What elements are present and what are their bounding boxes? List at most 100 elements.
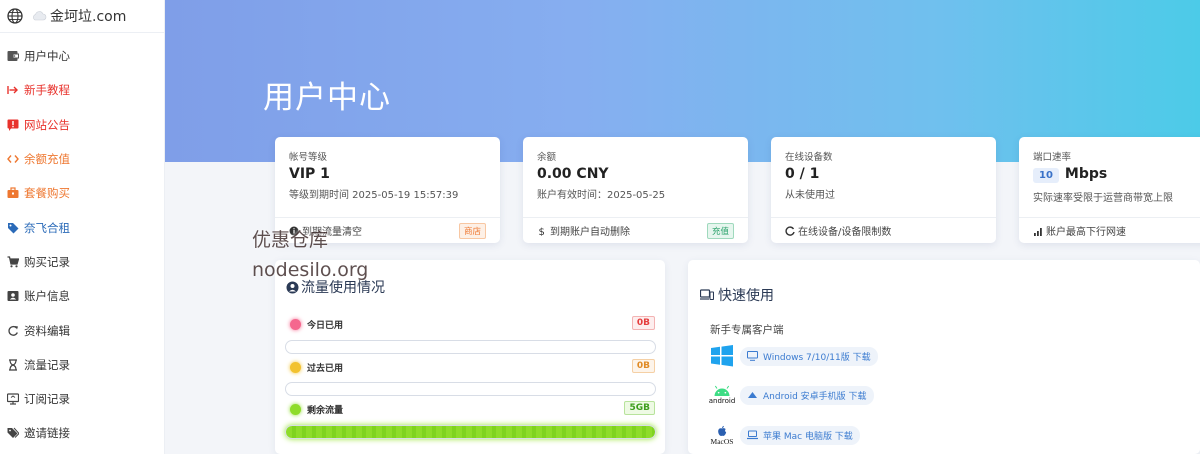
sidebar: 金坷垃.com 用户中心 新手教程 网站公告 余额充值 套餐购买 奈飞合租 购买… — [0, 0, 165, 454]
quick-start-panel: 快速使用 新手专属客户端 Windows 7/10/11版 下载 android… — [688, 260, 1200, 454]
speed-number: 10 — [1033, 168, 1059, 183]
sidebar-item-label: 资料编辑 — [24, 323, 70, 338]
cart-icon — [7, 256, 19, 268]
card-footer-text: 账户最高下行网速 — [1046, 227, 1126, 238]
download-windows-button[interactable]: Windows 7/10/11版 下载 — [740, 346, 878, 366]
download-macos: MacOS 苹果 Mac 电脑版 下载 — [710, 421, 860, 449]
traffic-bar-past — [285, 382, 656, 396]
sidebar-item-subscription-log[interactable]: 订阅记录 — [0, 382, 164, 416]
refresh-icon — [8, 325, 18, 336]
card-label: 余额 — [537, 152, 557, 163]
card-footer: $ 到期账户自动删除 充值 — [523, 217, 748, 243]
traffic-bar-fill — [286, 426, 655, 438]
card-label: 在线设备数 — [785, 152, 833, 163]
download-label: Windows 7/10/11版 下载 — [763, 352, 871, 363]
hourglass-icon — [9, 359, 17, 371]
sidebar-item-label: 账户信息 — [24, 289, 70, 304]
sidebar-item-purchase[interactable]: 套餐购买 — [0, 176, 164, 210]
traffic-row-today: 今日已用 0B — [290, 316, 655, 332]
sidebar-item-profile-edit[interactable]: 资料编辑 — [0, 313, 164, 347]
sidebar-item-label: 流量记录 — [24, 357, 70, 372]
sidebar-item-recharge[interactable]: 余额充值 — [0, 142, 164, 176]
traffic-row-label: 过去已用 — [307, 363, 344, 374]
laptop-icon — [747, 430, 758, 440]
card-value: 0 / 1 — [785, 166, 820, 182]
watermark-line2: nodesilo.org — [252, 259, 369, 281]
card-value: 0.00 CNY — [537, 166, 609, 182]
sidebar-item-tutorial[interactable]: 新手教程 — [0, 73, 164, 107]
card-label: 端口速率 — [1033, 152, 1072, 163]
sidebar-menu: 用户中心 新手教程 网站公告 余额充值 套餐购买 奈飞合租 购买记录 账户信息 … — [0, 33, 164, 451]
card-sub: 从未使用过 — [785, 190, 835, 201]
brand[interactable]: 金坷垃.com — [0, 0, 164, 33]
watermark-line1: 优惠仓库 — [252, 229, 329, 251]
online-devices-card: 在线设备数 0 / 1 从未使用过 在线设备/设备限制数 — [771, 137, 996, 243]
macos-os-text: MacOS — [710, 436, 734, 446]
sidebar-item-user-center[interactable]: 用户中心 — [0, 39, 164, 73]
card-sub: 账户有效时间：2025-05-25 — [537, 190, 666, 201]
traffic-row-value: 5GB — [624, 401, 655, 415]
card-sub: 等级到期时间 2025-05-19 15:57:39 — [289, 190, 459, 201]
recharge-button[interactable]: 充值 — [706, 223, 734, 239]
sign-in-icon — [7, 86, 18, 95]
speed-unit: Mbps — [1064, 166, 1108, 182]
watermark: 优惠仓库 nodesilo.org — [252, 225, 368, 285]
card-sub: 实际速率受限于运营商带宽上限 — [1033, 193, 1173, 204]
card-footer-text: 在线设备/设备限制数 — [798, 227, 892, 238]
svg-text:$: $ — [539, 227, 545, 236]
traffic-row-label: 剩余流量 — [307, 405, 344, 416]
android-os-text: android — [708, 397, 736, 405]
devices-icon — [700, 289, 714, 301]
exclamation-icon — [7, 119, 19, 131]
quick-title-text: 快速使用 — [718, 288, 774, 304]
traffic-row-label: 今日已用 — [307, 320, 344, 331]
sidebar-item-label: 套餐购买 — [24, 186, 70, 201]
shop-button[interactable]: 商店 — [458, 223, 486, 239]
download-windows: Windows 7/10/11版 下载 — [710, 344, 878, 368]
download-android: android Android 安卓手机版 下载 — [708, 381, 874, 409]
download-label: 苹果 Mac 电脑版 下载 — [763, 431, 853, 442]
card-footer: 账户最高下行网速 — [1019, 217, 1200, 243]
page-title: 用户中心 — [263, 80, 391, 116]
sidebar-item-invite[interactable]: 邀请链接 — [0, 416, 164, 450]
sidebar-item-orders[interactable]: 购买记录 — [0, 245, 164, 279]
traffic-row-remaining: 剩余流量 5GB — [290, 401, 655, 417]
app-root: 金坷垃.com 用户中心 新手教程 网站公告 余额充值 套餐购买 奈飞合租 购买… — [0, 0, 1200, 454]
download-android-button[interactable]: Android 安卓手机版 下载 — [740, 385, 874, 405]
sidebar-item-label: 购买记录 — [24, 254, 70, 269]
windows-icon — [710, 344, 734, 368]
traffic-row-value: 0B — [631, 316, 655, 330]
card-footer-text: 到期账户自动删除 — [550, 227, 630, 238]
id-card-icon — [7, 291, 19, 302]
tags-icon — [7, 428, 19, 439]
monitor-icon — [7, 393, 19, 405]
traffic-bar-remaining — [285, 425, 656, 439]
today-dot — [290, 318, 301, 330]
quick-subtitle: 新手专属客户端 — [710, 324, 784, 336]
sidebar-item-label: 网站公告 — [24, 117, 70, 132]
brand-name: 金坷垃.com — [50, 9, 127, 25]
traffic-bar-today — [285, 340, 656, 354]
card-label: 帐号等级 — [289, 152, 328, 163]
wallet-icon — [7, 51, 19, 62]
mobile-icon — [748, 392, 757, 398]
card-footer: 在线设备/设备限制数 — [771, 217, 996, 243]
android-icon: android — [708, 381, 736, 409]
sidebar-item-label: 余额充值 — [24, 152, 70, 167]
circle-notch-icon — [785, 225, 795, 236]
remaining-dot — [290, 403, 301, 415]
sidebar-item-label: 奈飞合租 — [24, 220, 70, 235]
quick-title: 快速使用 — [700, 285, 774, 305]
traffic-row-value: 0B — [631, 359, 655, 373]
past-dot — [290, 361, 301, 373]
traffic-usage-panel: 流量使用情况 今日已用 0B 过去已用 0B 剩余流量 5GB — [275, 260, 665, 454]
sidebar-item-traffic-log[interactable]: 流量记录 — [0, 348, 164, 382]
signal-bars-icon — [1034, 227, 1042, 236]
download-macos-button[interactable]: 苹果 Mac 电脑版 下载 — [740, 425, 860, 445]
sidebar-item-label: 邀请链接 — [24, 426, 70, 441]
download-label: Android 安卓手机版 下载 — [763, 391, 867, 402]
sidebar-item-netflix-share[interactable]: 奈飞合租 — [0, 210, 164, 244]
globe-icon — [7, 8, 23, 24]
sidebar-item-announcement[interactable]: 网站公告 — [0, 108, 164, 142]
sidebar-item-account[interactable]: 账户信息 — [0, 279, 164, 313]
